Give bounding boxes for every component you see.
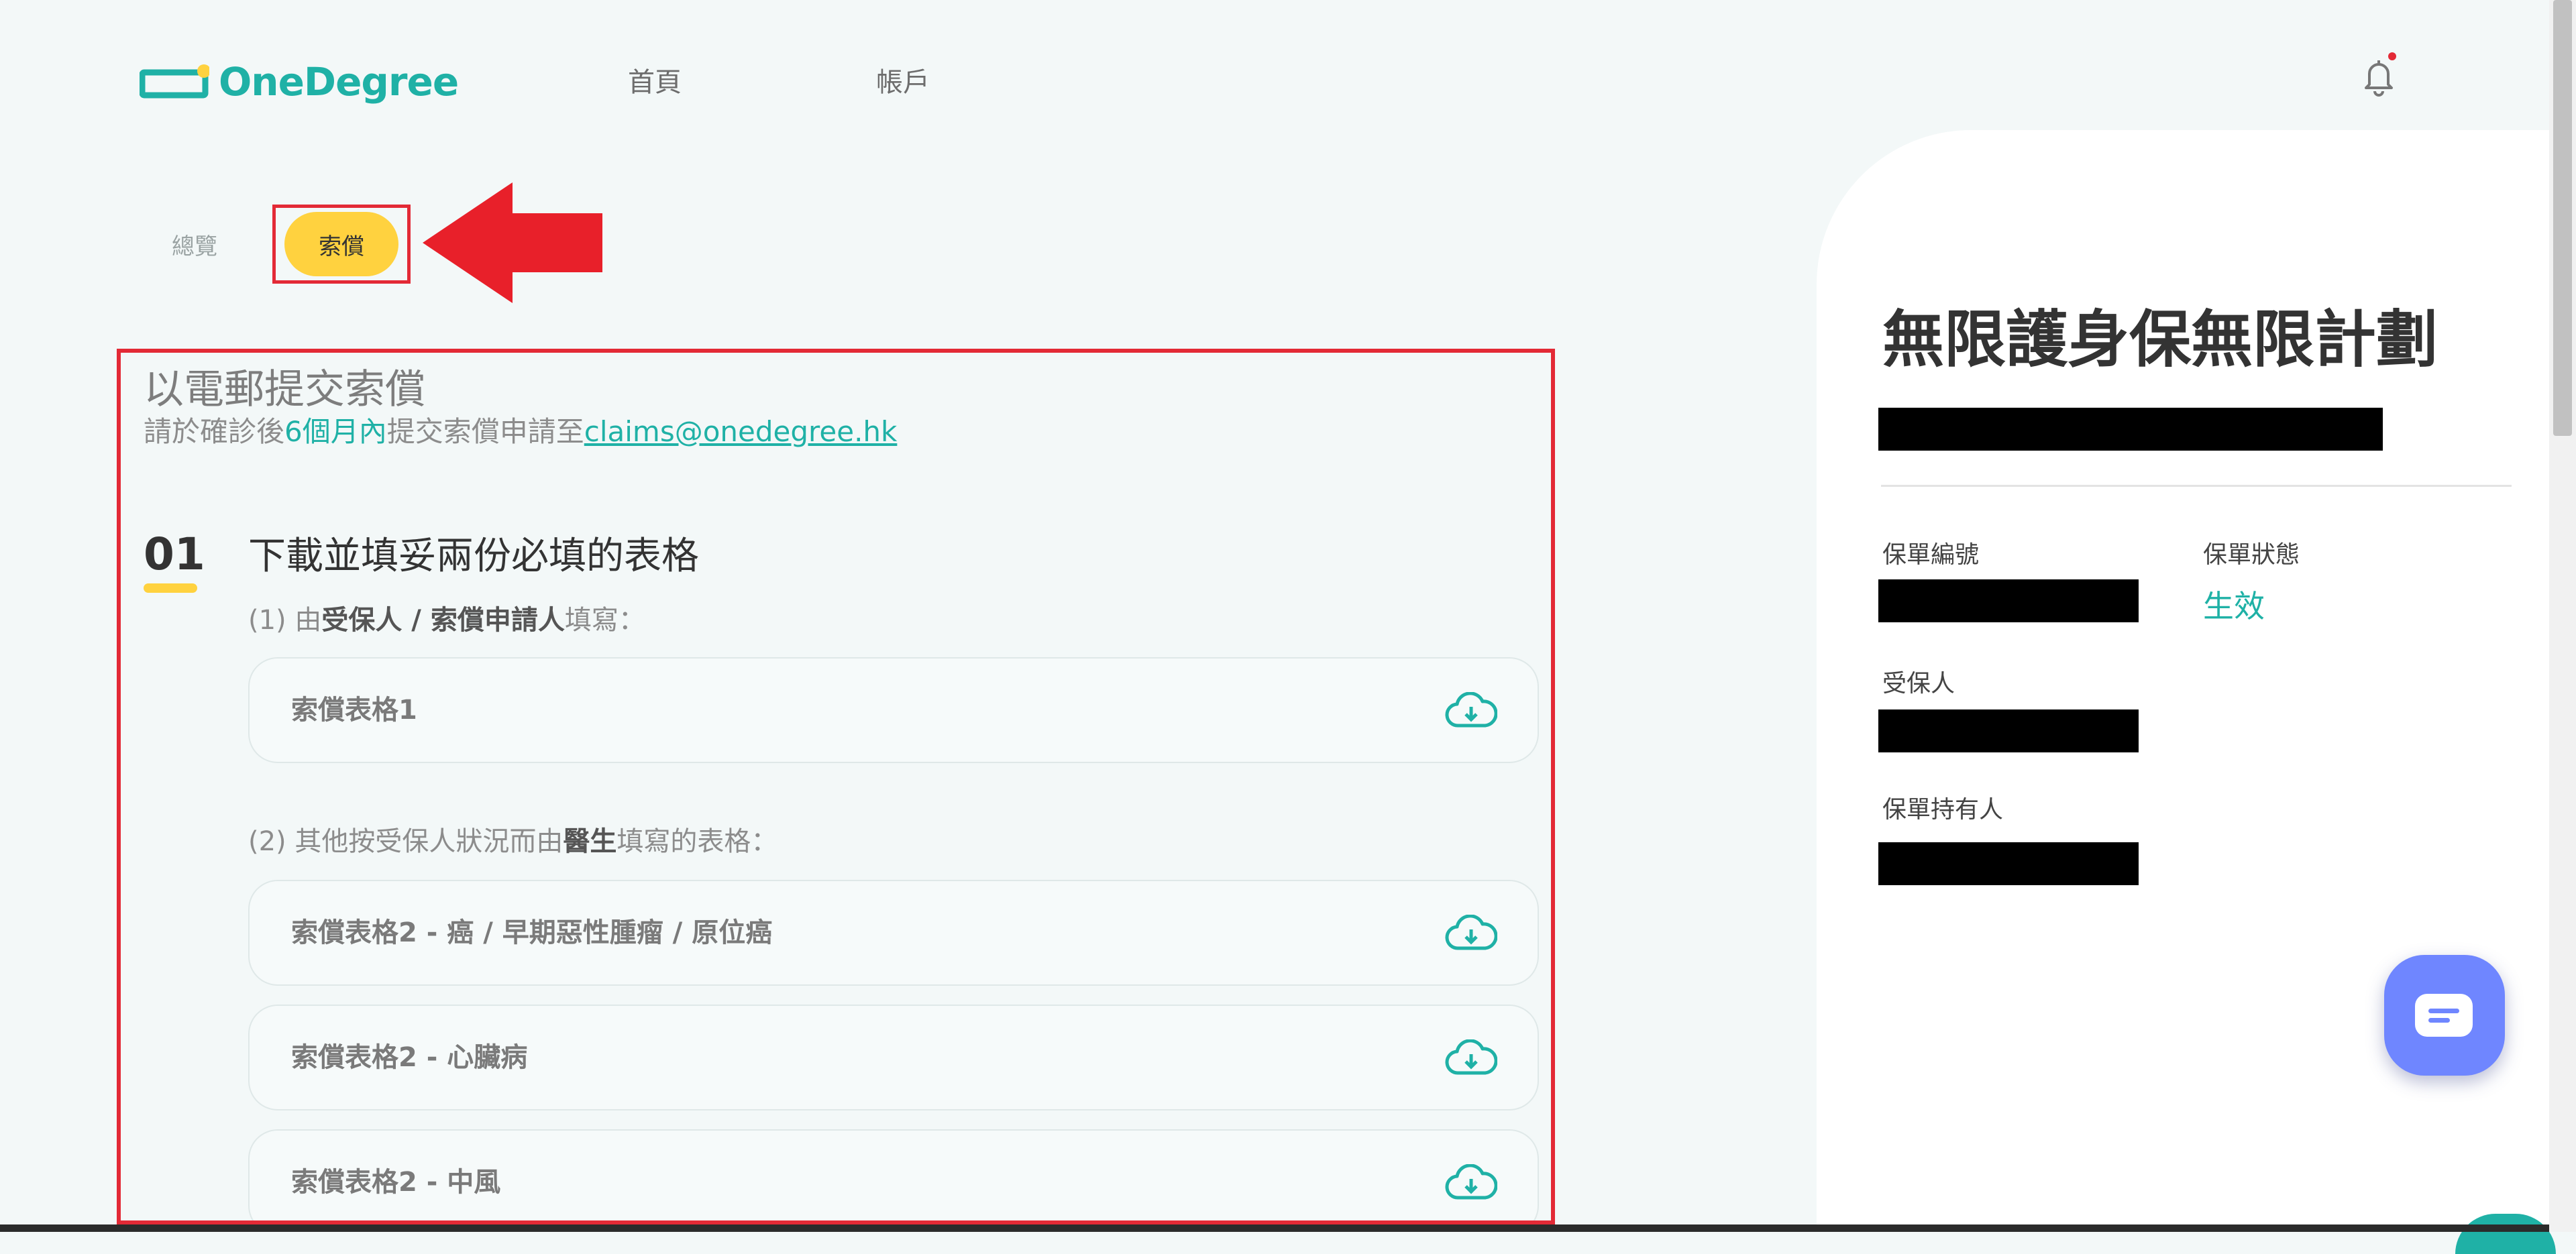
claim-form-2-heart-card[interactable]: 索償表格2 - 心臟病	[248, 1005, 1539, 1110]
form-label: 索償表格2 - 中風	[291, 1167, 501, 1198]
claims-email-link[interactable]: claims@onedegree.hk	[584, 415, 898, 448]
notification-bell-icon[interactable]	[2357, 52, 2400, 99]
cloud-download-icon[interactable]	[1445, 1039, 1497, 1077]
divider	[1881, 485, 2512, 487]
insured-label: 受保人	[1882, 670, 1955, 697]
note-text: 填寫的表格：	[616, 826, 778, 857]
redacted-insured	[1878, 709, 2139, 752]
red-arrow-annotation-icon	[423, 182, 602, 303]
chat-bubble-icon	[2415, 994, 2473, 1037]
note-emphasis: 醫生	[563, 826, 617, 857]
step-title: 下載並填妥兩份必填的表格	[248, 534, 699, 578]
note-doctor: (2) 其他按受保人狀況而由醫生填寫的表格：	[248, 819, 777, 858]
logo-mark-icon	[139, 64, 211, 99]
redacted-policy-number	[1878, 579, 2139, 622]
form-label: 索償表格2 - 心臟病	[291, 1042, 528, 1073]
policy-number-label: 保單編號	[1882, 541, 1980, 569]
claim-form-1-card[interactable]: 索償表格1	[248, 657, 1539, 763]
tab-overview[interactable]: 總覽	[172, 228, 217, 261]
nav-account-link[interactable]: 帳戶	[876, 60, 930, 99]
note-emphasis: 受保人 / 索償申請人	[321, 605, 565, 636]
form-label: 索償表格2 - 癌 / 早期惡性腫瘤 / 原位癌	[291, 917, 773, 948]
note-text: 填寫：	[564, 605, 645, 636]
claim-form-2-cancer-card[interactable]: 索償表格2 - 癌 / 早期惡性腫瘤 / 原位癌	[248, 880, 1539, 986]
claim-form-2-stroke-card[interactable]: 索償表格2 - 中風	[248, 1129, 1539, 1220]
step-underline	[144, 583, 197, 593]
policy-status-label: 保單狀態	[2203, 541, 2300, 569]
note-text: (2) 其他按受保人狀況而由	[248, 826, 564, 857]
policy-holder-label: 保單持有人	[1882, 796, 2004, 823]
subtitle-text-mid: 提交索償申請至	[386, 415, 584, 448]
cloud-download-icon[interactable]	[1445, 1164, 1497, 1202]
note-text: (1) 由	[248, 605, 322, 636]
redacted-block	[1878, 408, 2383, 451]
section-title: 以電郵提交索償	[144, 366, 425, 413]
chat-button[interactable]	[2384, 955, 2505, 1076]
cloud-download-icon[interactable]	[1445, 915, 1497, 952]
taskbar-edge	[0, 1224, 2549, 1232]
step-number: 01	[144, 528, 205, 580]
nav-home-link[interactable]: 首頁	[628, 60, 682, 99]
section-subtitle: 請於確診後6個月內提交索償申請至claims@onedegree.hk	[144, 409, 897, 450]
logo-text: OneDegree	[219, 59, 459, 105]
note-insured: (1) 由受保人 / 索償申請人填寫：	[248, 598, 645, 637]
plan-name: 無限護身保無限計劃	[1882, 304, 2438, 376]
deadline-highlight: 6個月內	[284, 415, 387, 448]
claim-by-email-section: 以電郵提交索償 請於確診後6個月內提交索償申請至claims@onedegree…	[117, 349, 1555, 1224]
cloud-download-icon[interactable]	[1445, 692, 1497, 730]
subtitle-text: 請於確診後	[144, 415, 285, 448]
scrollbar-thumb[interactable]	[2553, 0, 2572, 436]
form-label: 索償表格1	[291, 695, 417, 726]
onedegree-logo[interactable]: OneDegree	[139, 59, 459, 105]
redacted-policy-holder	[1878, 842, 2139, 885]
tab-claims[interactable]: 索償	[284, 212, 398, 276]
policy-status-value: 生效	[2203, 588, 2265, 624]
